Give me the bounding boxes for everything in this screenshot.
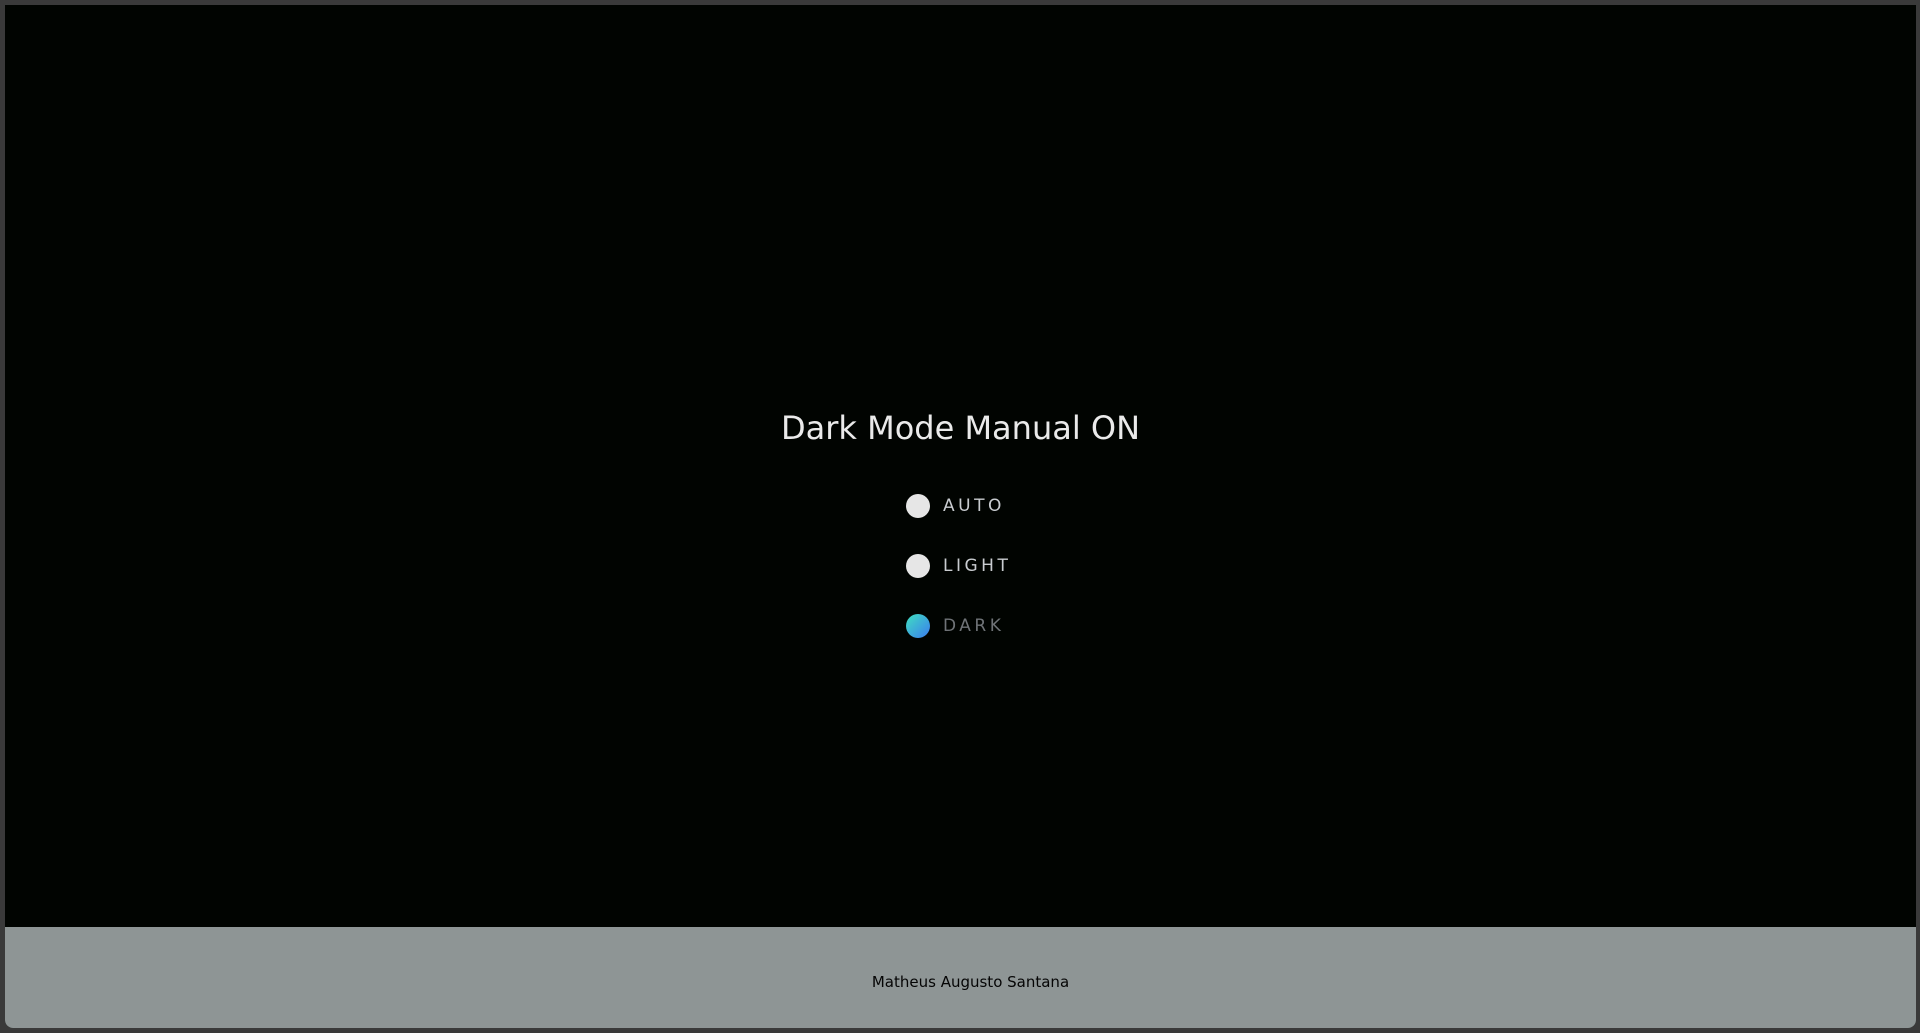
- theme-option-dark[interactable]: DARK: [906, 613, 1011, 639]
- footer: Matheus Augusto Santana: [5, 927, 1916, 1028]
- footer-author: Matheus Augusto Santana: [871, 973, 1070, 991]
- radio-circle-icon[interactable]: [906, 554, 930, 578]
- theme-option-auto[interactable]: AUTO: [906, 493, 1011, 519]
- theme-option-label: AUTO: [943, 496, 1005, 516]
- browser-window: Dark Mode Manual ON AUTO LIGHT DARK Math…: [5, 5, 1916, 1028]
- theme-radio-group: AUTO LIGHT DARK: [906, 493, 1011, 673]
- main-content: Dark Mode Manual ON AUTO LIGHT DARK: [5, 5, 1916, 927]
- radio-circle-icon[interactable]: [906, 494, 930, 518]
- theme-option-label: DARK: [943, 616, 1005, 636]
- theme-option-label: LIGHT: [943, 556, 1012, 576]
- page-title: Dark Mode Manual ON: [780, 409, 1141, 447]
- radio-selected-icon[interactable]: [906, 614, 930, 638]
- theme-option-light[interactable]: LIGHT: [906, 553, 1011, 579]
